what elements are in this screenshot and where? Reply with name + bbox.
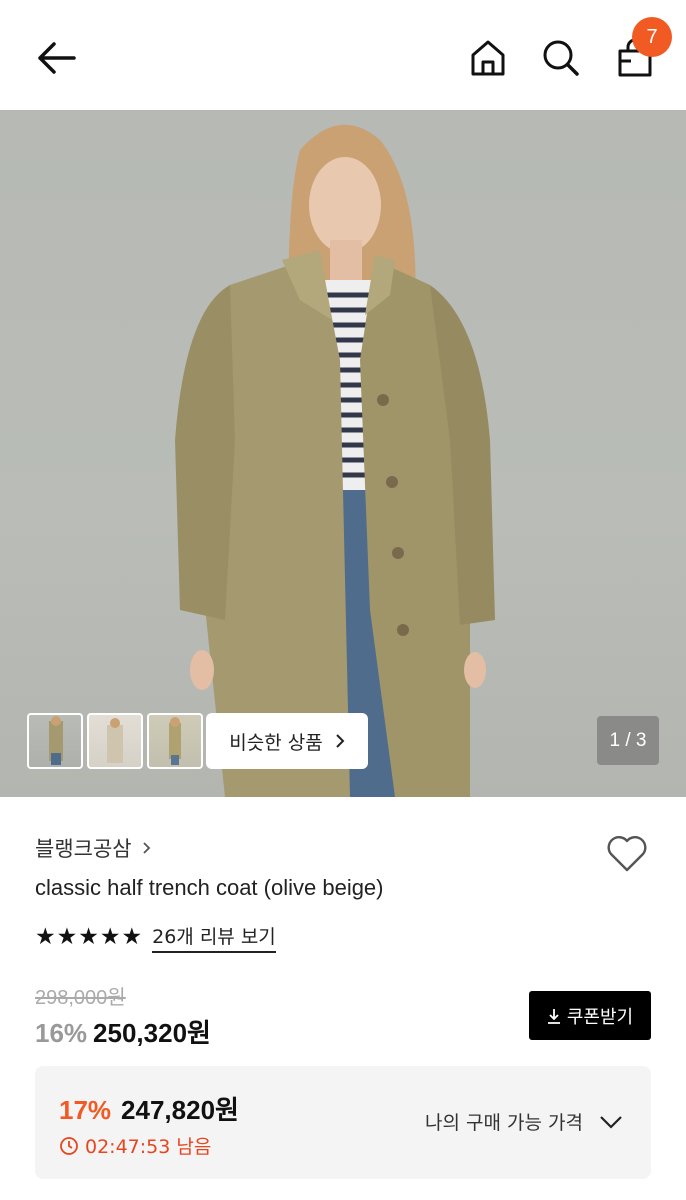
best-price-label: 나의 구매 가능 가격: [425, 1112, 583, 1134]
thumbnail-image: [49, 716, 63, 765]
brand-name: 블랭크공삼: [35, 837, 132, 861]
chevron-down-icon: [600, 1115, 622, 1129]
wishlist-button[interactable]: [603, 829, 651, 877]
star-icon: ★: [78, 924, 99, 950]
thumbnail-image: [169, 717, 181, 765]
product-photo: [175, 124, 495, 797]
heart-icon: [607, 836, 647, 872]
chevron-right-icon: [336, 734, 345, 748]
coupon-label: 쿠폰받기: [566, 1006, 634, 1028]
thumbnail-1[interactable]: [27, 713, 83, 769]
download-icon: [547, 1008, 560, 1024]
star-icon: ★: [121, 924, 143, 950]
sale-price: 250,320원: [93, 1018, 211, 1048]
similar-products-button[interactable]: 비슷한 상품: [206, 713, 368, 769]
arrow-left-icon: [38, 42, 76, 74]
top-app-bar: 7: [0, 0, 686, 110]
product-image-gallery[interactable]: 비슷한 상품 1 / 3: [0, 110, 686, 797]
search-icon: [543, 40, 579, 76]
star-icon: ★: [56, 924, 78, 950]
thumbnail-2[interactable]: [87, 713, 143, 769]
star-icon: ★: [35, 924, 56, 950]
countdown-row: 02:47:53 남음: [59, 1132, 211, 1159]
brand-link[interactable]: 블랭크공삼: [35, 833, 151, 863]
rating-row: ★ ★ ★ ★ ★ 26개 리뷰 보기: [35, 922, 276, 953]
coupon-download-button[interactable]: 쿠폰받기: [529, 991, 651, 1040]
chevron-right-icon: [142, 842, 150, 854]
best-price-toggle[interactable]: 나의 구매 가능 가격: [425, 1108, 623, 1135]
clock-icon: [60, 1136, 78, 1155]
home-icon: [471, 40, 505, 76]
product-title: classic half trench coat (olive beige): [35, 875, 384, 900]
price-row: 16% 250,320원: [35, 1013, 211, 1050]
best-price-row: 17% 247,820원: [59, 1090, 239, 1127]
review-link[interactable]: 26개 리뷰 보기: [152, 922, 276, 953]
cart-count-badge: 7: [632, 17, 672, 57]
star-icon: ★: [99, 924, 121, 950]
star-rating: ★ ★ ★ ★ ★: [35, 926, 142, 949]
thumbnail-3[interactable]: [147, 713, 203, 769]
my-best-price-panel[interactable]: 17% 247,820원 02:47:53 남음 나의 구매 가능 가격: [35, 1066, 651, 1179]
original-price: 298,000원: [35, 987, 126, 1009]
search-button[interactable]: [535, 32, 587, 84]
thumbnail-image: [107, 718, 123, 763]
countdown-timer: 02:47:53 남음: [85, 1136, 212, 1158]
back-button[interactable]: [30, 32, 82, 84]
similar-products-label: 비슷한 상품: [229, 731, 323, 754]
best-discount-rate: 17%: [59, 1095, 112, 1125]
discount-rate: 16%: [35, 1018, 88, 1048]
best-price: 247,820원: [121, 1095, 239, 1125]
home-button[interactable]: [462, 32, 514, 84]
image-page-indicator: 1 / 3: [597, 716, 659, 765]
